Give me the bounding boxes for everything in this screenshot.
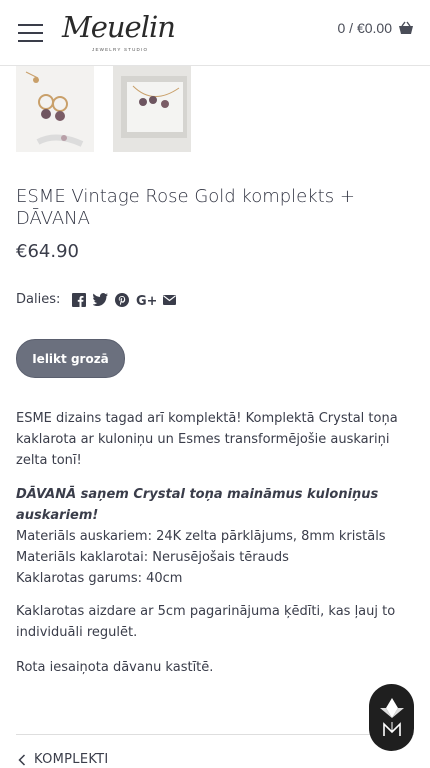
twitter-icon[interactable] <box>93 293 109 306</box>
description-material-necklace: Materiāls kaklarotai: Nerusējošais tērau… <box>16 550 289 565</box>
facebook-icon[interactable] <box>72 292 87 307</box>
cart-total: 0 / €0.00 <box>337 20 393 36</box>
divider <box>16 734 414 735</box>
cart-button[interactable]: 0 / €0.00 <box>338 20 415 36</box>
site-logo[interactable]: Meuelin JEWELRY STUDIO <box>58 6 176 58</box>
add-to-cart-button[interactable]: Ielikt grozā <box>16 339 125 378</box>
description-clasp: Kaklarotas aizdare ar 5cm pagarinājuma ķ… <box>16 604 396 640</box>
google-plus-icon[interactable]: G+ <box>136 293 156 307</box>
product-thumbnail-1[interactable] <box>16 66 94 152</box>
description-intro: ESME dizains tagad arī komplektā! Komple… <box>16 411 398 468</box>
chevron-left-icon <box>18 753 26 766</box>
back-link-label: KOMPLEKTI <box>34 752 109 767</box>
description-material-earrings: Materiāls auskariem: 24K zelta pārklājum… <box>16 529 386 544</box>
site-header: Meuelin JEWELRY STUDIO 0 / €0.00 <box>0 0 430 66</box>
back-to-collection-link[interactable]: KOMPLEKTI <box>18 752 109 767</box>
logo-subtitle: JEWELRY STUDIO <box>92 47 149 52</box>
svg-text:G+: G+ <box>136 294 156 307</box>
description-packaging: Rota iesaiņota dāvanu kastītē. <box>16 660 214 675</box>
product-title: ESME Vintage Rose Gold komplekts + DĀVAN… <box>16 186 355 229</box>
share-label: Dalies: <box>16 292 61 307</box>
shopping-basket-icon <box>399 21 413 34</box>
product-price: €64.90 <box>16 241 79 262</box>
brand-badge-icon[interactable] <box>369 684 414 751</box>
hamburger-menu-icon[interactable] <box>18 22 44 42</box>
share-row: Dalies: G+ <box>16 292 183 307</box>
pinterest-icon[interactable] <box>115 292 130 307</box>
logo-text: Meuelin <box>62 10 176 44</box>
description-necklace-length: Kaklarotas garums: 40cm <box>16 571 183 586</box>
description-gift: DĀVANĀ saņem Crystal toņa maināmus kulon… <box>16 487 379 523</box>
product-thumbnail-2[interactable] <box>113 66 191 152</box>
email-icon[interactable] <box>163 294 177 305</box>
